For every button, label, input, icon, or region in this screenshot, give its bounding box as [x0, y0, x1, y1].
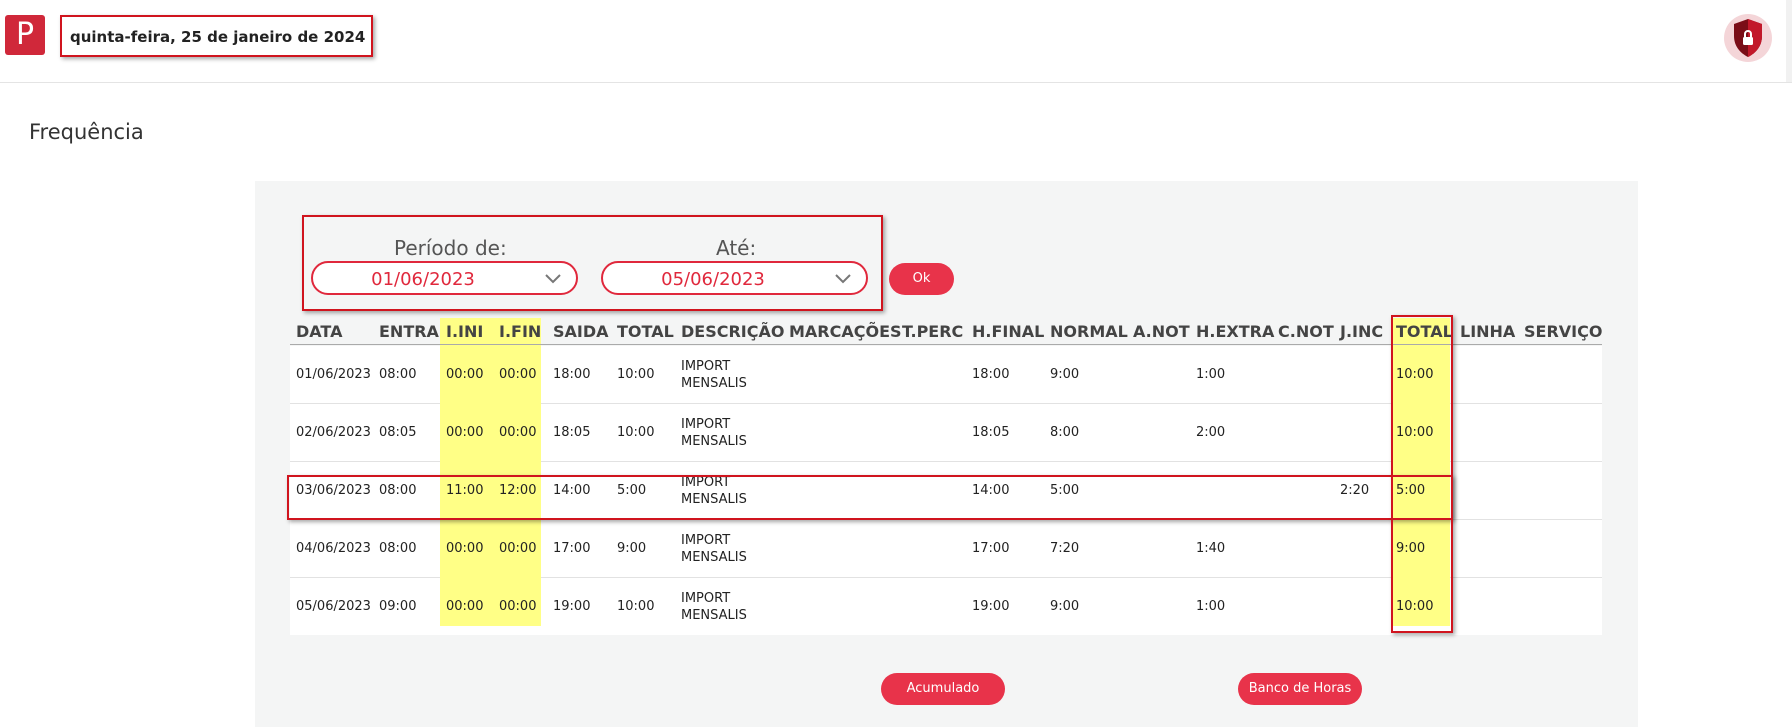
cell-hfinal: 17:00 — [972, 541, 1010, 556]
cell-ifin: 00:00 — [499, 599, 537, 614]
period-from-label: Período de: — [394, 236, 507, 260]
user-avatar[interactable] — [1724, 14, 1772, 62]
cell-saida: 18:00 — [553, 367, 591, 382]
cell-entra: 08:00 — [379, 367, 417, 382]
cell-normal: 8:00 — [1050, 425, 1080, 440]
period-from-value: 01/06/2023 — [371, 269, 475, 290]
col-header-linha[interactable]: LINHA — [1460, 322, 1515, 341]
date-highlight-box: quinta-feira, 25 de janeiro de 2024 — [60, 15, 373, 57]
scrollbar[interactable] — [1786, 0, 1792, 82]
cell-ifin: 00:00 — [499, 425, 537, 440]
cell-hfinal: 18:00 — [972, 367, 1010, 382]
cell-saida: 19:00 — [553, 599, 591, 614]
chevron-down-icon — [545, 274, 561, 284]
cell-total: 9:00 — [617, 541, 647, 556]
cell-hextra: 1:40 — [1196, 541, 1226, 556]
cell-descricao-line2: MENSALIS — [681, 434, 747, 449]
cell-ifin: 00:00 — [499, 367, 537, 382]
cell-data: 02/06/2023 — [296, 425, 371, 440]
chevron-down-icon — [835, 274, 851, 284]
cell-normal: 9:00 — [1050, 367, 1080, 382]
cell-entra: 09:00 — [379, 599, 417, 614]
col-header-anot[interactable]: A.NOT — [1133, 322, 1190, 341]
cell-iini: 00:00 — [446, 367, 484, 382]
cell-hextra: 2:00 — [1196, 425, 1226, 440]
col-header-ifin[interactable]: I.FIN — [499, 322, 541, 341]
cell-descricao-line1: IMPORT — [681, 533, 731, 548]
col-header-normal[interactable]: NORMAL — [1050, 322, 1128, 341]
cell-saida: 18:05 — [553, 425, 591, 440]
cell-total: 10:00 — [617, 367, 655, 382]
cell-normal: 9:00 — [1050, 599, 1080, 614]
row-annotation-box — [287, 475, 1453, 520]
col-header-tperc[interactable]: T.PERC — [902, 322, 963, 341]
col-header-marcacoes[interactable]: MARCAÇÕES — [789, 322, 902, 341]
shield-lock-icon — [1734, 19, 1762, 57]
cell-iini: 00:00 — [446, 425, 484, 440]
cell-total: 10:00 — [617, 425, 655, 440]
col-header-descricao[interactable]: DESCRIÇÃO — [681, 322, 784, 341]
cell-data: 04/06/2023 — [296, 541, 371, 556]
col-header-total[interactable]: TOTAL — [617, 322, 674, 341]
current-date: quinta-feira, 25 de janeiro de 2024 — [70, 28, 366, 46]
cell-ifin: 00:00 — [499, 541, 537, 556]
cell-hextra: 1:00 — [1196, 599, 1226, 614]
cell-descricao-line1: IMPORT — [681, 417, 731, 432]
cell-hextra: 1:00 — [1196, 367, 1226, 382]
cell-iini: 00:00 — [446, 541, 484, 556]
cell-descricao-line1: IMPORT — [681, 359, 731, 374]
period-to-value: 05/06/2023 — [661, 269, 765, 290]
cell-hfinal: 18:05 — [972, 425, 1010, 440]
logo-glyph: P — [15, 17, 35, 52]
cell-data: 05/06/2023 — [296, 599, 371, 614]
page-title: Frequência — [29, 120, 144, 144]
col-header-entra[interactable]: ENTRA — [379, 322, 439, 341]
app-logo[interactable]: P — [5, 15, 45, 55]
col-header-data[interactable]: DATA — [296, 322, 342, 341]
col-header-servico[interactable]: SERVIÇO — [1524, 322, 1602, 341]
hour-bank-button[interactable]: Banco de Horas — [1238, 673, 1362, 705]
period-from-select[interactable]: 01/06/2023 — [311, 261, 578, 295]
ok-button[interactable]: Ok — [889, 263, 954, 295]
col-header-iini[interactable]: I.INI — [446, 322, 483, 341]
col-header-hextra[interactable]: H.EXTRA — [1196, 322, 1274, 341]
cell-saida: 17:00 — [553, 541, 591, 556]
cell-descricao-line2: MENSALIS — [681, 550, 747, 565]
total-column-annotation-box — [1391, 315, 1453, 633]
cell-data: 01/06/2023 — [296, 367, 371, 382]
interval-columns-highlight — [440, 318, 541, 626]
accumulated-button[interactable]: Acumulado — [881, 673, 1005, 705]
top-bar: P quinta-feira, 25 de janeiro de 2024 — [0, 0, 1792, 83]
cell-descricao-line1: IMPORT — [681, 591, 731, 606]
cell-normal: 7:20 — [1050, 541, 1080, 556]
cell-entra: 08:00 — [379, 541, 417, 556]
col-header-saida[interactable]: SAIDA — [553, 322, 609, 341]
col-header-jinc[interactable]: J.INC — [1340, 322, 1383, 341]
cell-hfinal: 19:00 — [972, 599, 1010, 614]
period-to-select[interactable]: 05/06/2023 — [601, 261, 868, 295]
cell-descricao-line2: MENSALIS — [681, 608, 747, 623]
col-header-hfinal[interactable]: H.FINAL — [972, 322, 1044, 341]
cell-total: 10:00 — [617, 599, 655, 614]
period-to-label: Até: — [716, 236, 757, 260]
cell-descricao-line2: MENSALIS — [681, 376, 747, 391]
cell-entra: 08:05 — [379, 425, 417, 440]
cell-iini: 00:00 — [446, 599, 484, 614]
col-header-cnot[interactable]: C.NOT — [1278, 322, 1334, 341]
